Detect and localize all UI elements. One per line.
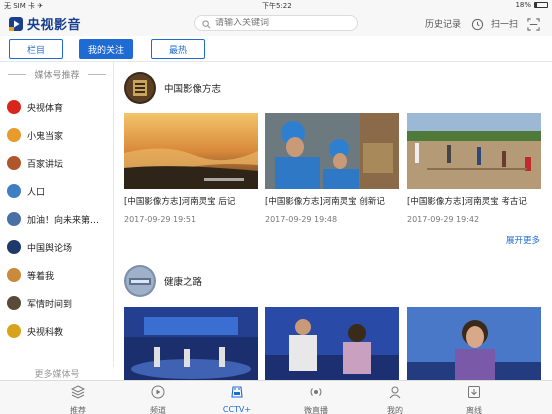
category-tabs: 栏目 我的关注 最热 bbox=[0, 36, 552, 62]
app-header: 央视影音 历史记录 扫一扫 bbox=[0, 10, 552, 36]
sidebar-item-lecture-room[interactable]: 百家讲坛 bbox=[0, 152, 114, 174]
download-icon bbox=[467, 384, 481, 403]
cctv-logo-icon bbox=[8, 16, 24, 32]
search-input[interactable] bbox=[215, 18, 345, 28]
video-card[interactable]: [中国影像方志]河南灵宝 创新记 2017-09-29 19:48 bbox=[265, 113, 399, 224]
more-media-link[interactable]: 更多媒体号 bbox=[0, 367, 114, 380]
battery-status: 18% bbox=[515, 1, 548, 9]
search-icon bbox=[202, 14, 211, 33]
nav-label: 离线 bbox=[466, 406, 482, 414]
video-card[interactable] bbox=[124, 307, 258, 380]
nav-channel[interactable]: 频道 bbox=[133, 384, 183, 414]
status-bar: 无 SIM 卡 ✈ 下午5:22 18% bbox=[0, 0, 552, 10]
video-card[interactable]: [中国影像方志]河南灵宝 后记 2017-09-29 19:51 bbox=[124, 113, 258, 224]
tab-hottest[interactable]: 最热 bbox=[151, 39, 205, 59]
video-thumbnail bbox=[407, 307, 541, 380]
channel-avatar bbox=[7, 212, 21, 226]
history-link[interactable]: 历史记录 bbox=[425, 17, 461, 30]
live-icon bbox=[309, 384, 323, 403]
scan-link[interactable]: 扫一扫 bbox=[491, 17, 518, 30]
clock-icon[interactable] bbox=[471, 16, 484, 35]
play-circle-icon bbox=[151, 384, 165, 403]
sidebar-item-label: 百家讲坛 bbox=[27, 159, 64, 170]
sidebar-item-future[interactable]: 加油！向未来第… bbox=[0, 208, 114, 230]
sidebar-item-label: 人口 bbox=[27, 187, 46, 198]
video-title: [中国影像方志]河南灵宝 创新记 bbox=[265, 197, 385, 207]
channel-avatar bbox=[7, 156, 21, 170]
channel-avatar bbox=[7, 324, 21, 338]
sidebar-item-population[interactable]: 人口 bbox=[0, 180, 114, 202]
sidebar-item-label: 加油！向未来第… bbox=[27, 215, 100, 226]
nav-micro-live[interactable]: 微直播 bbox=[291, 384, 341, 414]
video-card[interactable] bbox=[407, 307, 541, 380]
nav-recommend[interactable]: 推荐 bbox=[53, 384, 103, 414]
nav-label: 频道 bbox=[150, 406, 166, 414]
nav-label: 微直播 bbox=[304, 406, 328, 414]
sidebar-item-label: 军情时间到 bbox=[27, 299, 73, 310]
channel-avatar bbox=[7, 184, 21, 198]
sidebar-title: 媒体号推荐 bbox=[0, 68, 114, 81]
sidebar-item-military[interactable]: 军情时间到 bbox=[0, 292, 114, 314]
video-thumbnail bbox=[265, 307, 399, 380]
video-date: 2017-09-29 19:48 bbox=[265, 215, 338, 224]
battery-percent: 18% bbox=[515, 1, 531, 9]
video-card[interactable]: [中国影像方志]河南灵宝 考古记 2017-09-29 19:42 bbox=[407, 113, 541, 224]
video-title: [中国影像方志]河南灵宝 考古记 bbox=[407, 197, 527, 207]
sidebar-item-waiting[interactable]: 等着我 bbox=[0, 264, 114, 286]
sidebar-item-opinion[interactable]: 中国舆论场 bbox=[0, 236, 114, 258]
nav-label: CCTV+ bbox=[222, 405, 252, 414]
sidebar-item-science[interactable]: 央视科教 bbox=[0, 320, 114, 342]
app-logo[interactable]: 央视影音 bbox=[8, 14, 81, 33]
nav-label: 我的 bbox=[387, 406, 403, 414]
section-header[interactable]: 健康之路 bbox=[124, 265, 202, 297]
channel-avatar bbox=[7, 240, 21, 254]
video-title: [中国影像方志]河南灵宝 后记 bbox=[124, 197, 236, 207]
sidebar-item-label: 小鬼当家 bbox=[27, 131, 64, 142]
sidebar-item-label: 中国舆论场 bbox=[27, 243, 73, 254]
section-header[interactable]: 中国影像方志 bbox=[124, 72, 221, 104]
cctv-plus-icon bbox=[230, 384, 244, 403]
stack-icon bbox=[70, 384, 86, 403]
sidebar-item-cctv-sports[interactable]: 央视体育 bbox=[0, 96, 114, 118]
video-date: 2017-09-29 19:42 bbox=[407, 215, 480, 224]
tab-columns[interactable]: 栏目 bbox=[9, 39, 63, 59]
nav-offline[interactable]: 离线 bbox=[449, 384, 499, 414]
channel-avatar bbox=[124, 72, 156, 104]
section-title: 中国影像方志 bbox=[164, 84, 222, 95]
media-sidebar: 媒体号推荐 央视体育 小鬼当家 百家讲坛 人口 加油！向未来第… 中国舆论场 等… bbox=[0, 62, 114, 380]
battery-icon bbox=[534, 2, 548, 8]
app-title: 央视影音 bbox=[27, 18, 82, 33]
nav-mine[interactable]: 我的 bbox=[370, 384, 420, 414]
channel-avatar bbox=[7, 268, 21, 282]
video-thumbnail bbox=[124, 307, 258, 380]
sidebar-item-home-alone[interactable]: 小鬼当家 bbox=[0, 124, 114, 146]
expand-more-link[interactable]: 展开更多 bbox=[506, 234, 540, 246]
channel-avatar bbox=[7, 296, 21, 310]
bottom-nav: 推荐 频道 CCTV+ 微直播 我的 离线 bbox=[0, 380, 552, 414]
scan-icon[interactable] bbox=[527, 16, 540, 35]
nav-cctv-plus[interactable]: CCTV+ bbox=[212, 384, 262, 414]
channel-avatar bbox=[7, 128, 21, 142]
sidebar-item-label: 央视体育 bbox=[27, 103, 64, 114]
follow-feed: 中国影像方志 [中国影像方志]河南灵宝 后记 2017-09-29 19:51 bbox=[115, 62, 552, 380]
sidebar-item-label: 等着我 bbox=[27, 271, 55, 282]
channel-avatar bbox=[124, 265, 156, 297]
channel-avatar bbox=[7, 100, 21, 114]
video-card[interactable] bbox=[265, 307, 399, 380]
video-thumbnail bbox=[124, 113, 258, 189]
video-date: 2017-09-29 19:51 bbox=[124, 215, 197, 224]
video-thumbnail bbox=[265, 113, 399, 189]
nav-label: 推荐 bbox=[70, 406, 86, 414]
video-thumbnail bbox=[407, 113, 541, 189]
sidebar-item-label: 央视科教 bbox=[27, 327, 64, 338]
search-bar[interactable] bbox=[194, 15, 358, 31]
tab-my-follow[interactable]: 我的关注 bbox=[79, 39, 133, 59]
user-icon bbox=[388, 384, 402, 403]
section-title: 健康之路 bbox=[164, 277, 203, 288]
